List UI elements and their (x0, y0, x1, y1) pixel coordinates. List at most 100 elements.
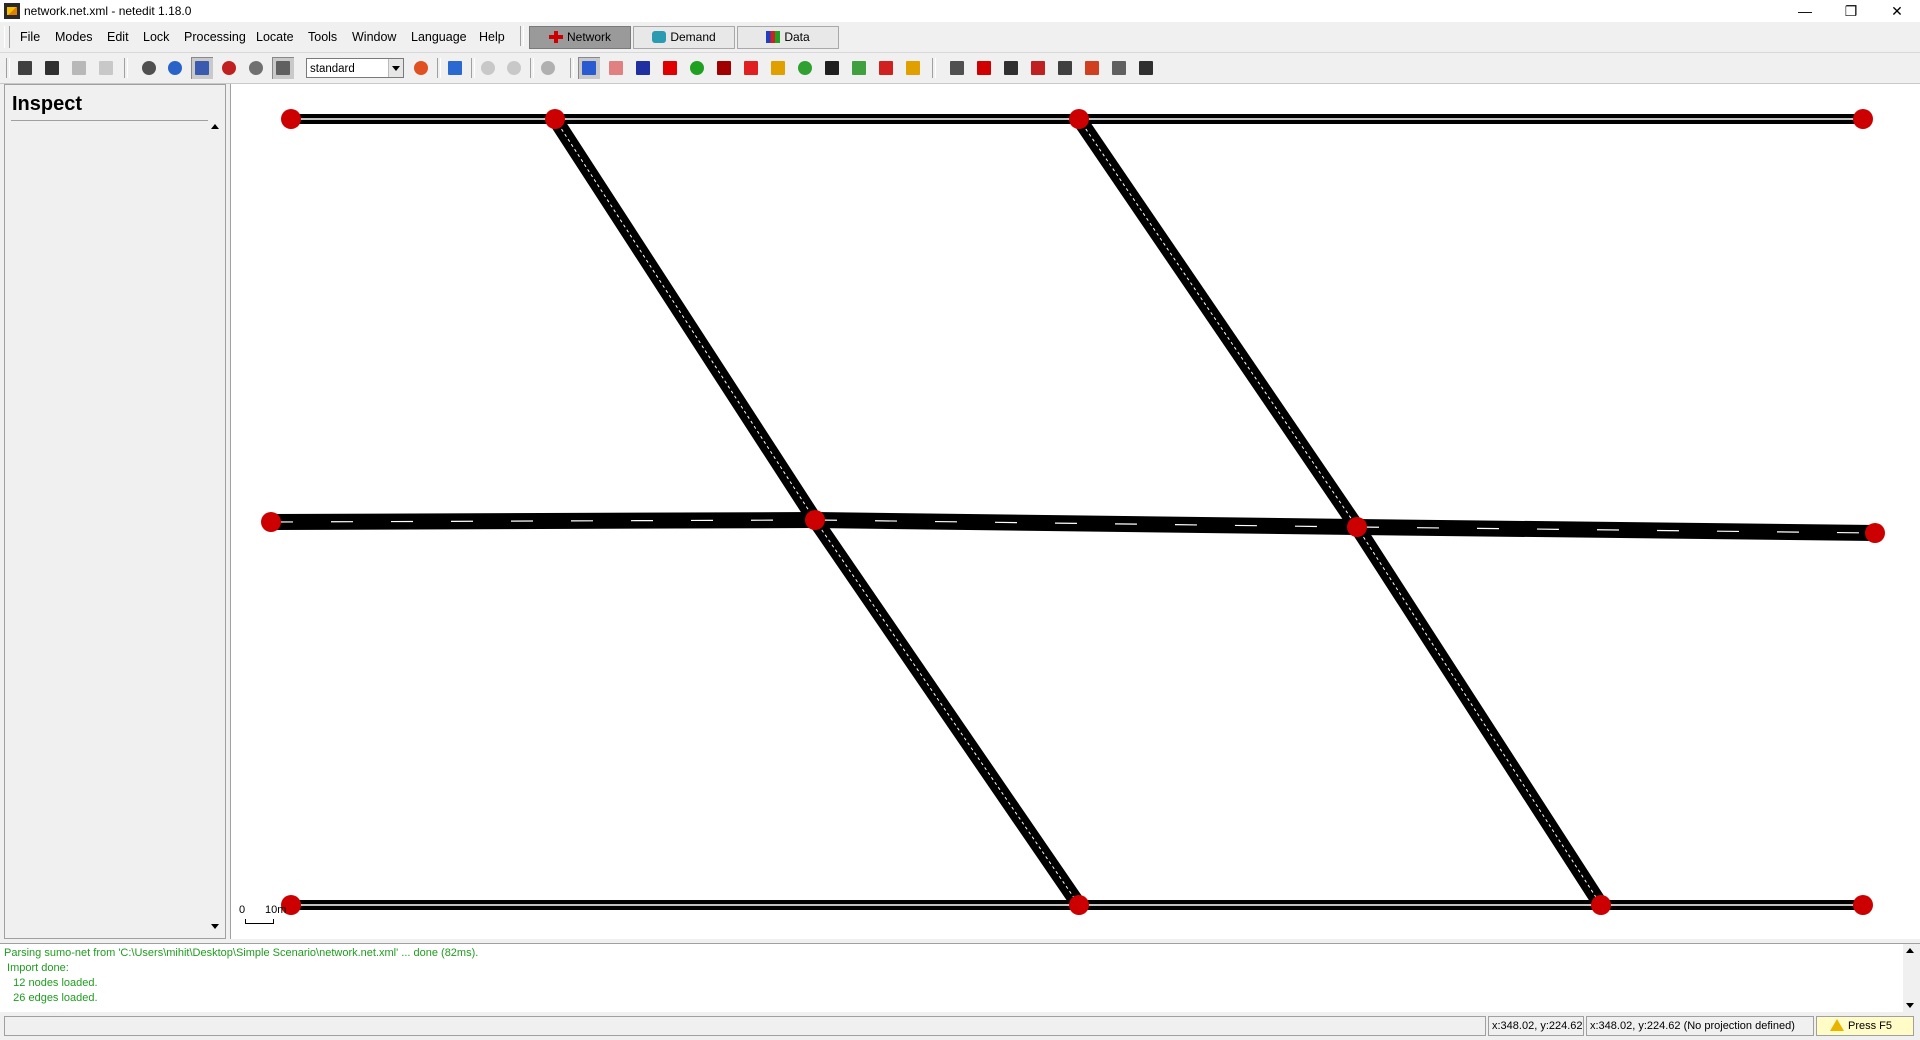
color-wheel-icon[interactable] (410, 57, 432, 79)
move-mode-icon[interactable] (659, 57, 681, 79)
flow-icon[interactable] (1081, 57, 1103, 79)
scale-label-ten: 10m (265, 904, 287, 916)
junction-node[interactable] (1591, 895, 1611, 915)
edit-viewport-icon[interactable] (245, 57, 267, 79)
traffic-light-icon[interactable] (794, 57, 816, 79)
junction-node[interactable] (1853, 895, 1873, 915)
junctions-layer (261, 109, 1885, 915)
toolbar: standard (0, 52, 1920, 84)
select-icon[interactable] (191, 57, 213, 79)
shape-mode-icon[interactable] (902, 57, 924, 79)
locate-icon[interactable] (218, 57, 240, 79)
redo-icon[interactable] (503, 57, 525, 79)
title-bar: network.net.xml - netedit 1.18.0 — ❐ ✕ (0, 0, 1920, 22)
network-view[interactable] (231, 84, 1920, 939)
edge-data-icon[interactable] (1108, 57, 1130, 79)
reload-hint-label: Press F5 (1848, 1020, 1893, 1032)
cursor-geo-position: x:348.02, y:224.62 (No projection define… (1586, 1016, 1814, 1036)
prohibition-mode-icon[interactable] (740, 57, 762, 79)
menu-tools[interactable]: Tools (308, 30, 337, 44)
save-all-icon[interactable] (41, 57, 63, 79)
show-grid-icon[interactable] (272, 57, 294, 79)
scroll-down-icon[interactable] (1906, 1003, 1914, 1008)
scroll-up-icon[interactable] (211, 124, 219, 129)
data-mode-label: Data (784, 30, 810, 44)
taz-mode-icon[interactable] (875, 57, 897, 79)
network-canvas[interactable]: 0 10m (230, 84, 1920, 939)
menu-modes[interactable]: Modes (55, 30, 93, 44)
log-line: 12 nodes loaded. (4, 977, 98, 989)
route-icon[interactable] (1054, 57, 1076, 79)
demand-vehicle-icon (652, 31, 667, 43)
junction-node[interactable] (261, 512, 281, 532)
inspect-divider (11, 120, 209, 121)
demand-mode-label: Demand (670, 30, 716, 44)
network-mode-label: Network (566, 30, 611, 44)
inspect-mode-icon[interactable] (578, 57, 600, 79)
junction-node[interactable] (545, 109, 565, 129)
scale-bar (245, 919, 274, 924)
color-scheme-value: standard (310, 63, 355, 75)
netedit-app-icon (4, 3, 20, 19)
log-scrollbar[interactable] (1903, 944, 1920, 1012)
zoom-icon[interactable] (164, 57, 186, 79)
junction-node[interactable] (805, 510, 825, 530)
menu-processing[interactable]: Processing (184, 30, 246, 44)
menubar-grip (4, 26, 10, 48)
save-network-icon[interactable] (14, 57, 36, 79)
log-line: Parsing sumo-net from 'C:\Users\mihit\De… (4, 947, 479, 959)
chevron-down-icon[interactable] (388, 59, 403, 77)
color-scheme-select[interactable]: standard (306, 58, 404, 78)
select-mode-icon[interactable] (632, 57, 654, 79)
connection-mode-icon[interactable] (713, 57, 735, 79)
log-line: Import done: (4, 962, 69, 974)
reload-hint[interactable]: Press F5 (1816, 1016, 1914, 1036)
crossing-mode-icon[interactable] (767, 57, 789, 79)
status-message (4, 1016, 1486, 1036)
junction-node[interactable] (1347, 517, 1367, 537)
junction-node[interactable] (1853, 109, 1873, 129)
save-additionals-icon[interactable] (95, 57, 117, 79)
data-mode-button[interactable]: Data (737, 26, 839, 49)
demand-mode-button[interactable]: Demand (633, 26, 735, 49)
cursor-position: x:348.02, y:224.62 (1488, 1016, 1584, 1036)
delete-mode-icon[interactable] (605, 57, 627, 79)
junction-node[interactable] (281, 109, 301, 129)
toolbar-separator (530, 58, 534, 78)
taz-data-icon[interactable] (1135, 57, 1157, 79)
status-bar: x:348.02, y:224.62 x:348.02, y:224.62 (N… (0, 1013, 1920, 1040)
menu-language[interactable]: Language (411, 30, 467, 44)
screenshot-icon[interactable] (444, 57, 466, 79)
junction-node[interactable] (1865, 523, 1885, 543)
inspect-scrollbar[interactable] (208, 119, 223, 934)
junction-icon[interactable] (973, 57, 995, 79)
save-as-icon[interactable] (68, 57, 90, 79)
menu-locate[interactable]: Locate (256, 30, 294, 44)
minimize-button[interactable]: — (1782, 0, 1828, 22)
reload-icon[interactable] (537, 57, 559, 79)
menu-lock[interactable]: Lock (143, 30, 169, 44)
scroll-up-icon[interactable] (1906, 948, 1914, 953)
grid-icon[interactable] (946, 57, 968, 79)
window-title: network.net.xml - netedit 1.18.0 (24, 4, 192, 18)
undo-icon[interactable] (477, 57, 499, 79)
toolbar-grip (6, 58, 10, 78)
scale-label-zero: 0 (239, 904, 246, 916)
restore-button[interactable]: ❐ (1828, 0, 1874, 22)
move-view-icon[interactable] (138, 57, 160, 79)
menu-help[interactable]: Help (479, 30, 505, 44)
warning-icon (1830, 1019, 1844, 1031)
junction-node[interactable] (1069, 895, 1089, 915)
close-button[interactable]: ✕ (1874, 0, 1920, 22)
vehicle-icon[interactable] (1000, 57, 1022, 79)
scroll-down-icon[interactable] (211, 924, 219, 929)
create-edge-icon[interactable] (686, 57, 708, 79)
additional-mode-icon[interactable] (821, 57, 843, 79)
network-mode-button[interactable]: Network (529, 26, 631, 49)
junction-node[interactable] (1069, 109, 1089, 129)
vehicle-stop-icon[interactable] (1027, 57, 1049, 79)
menu-window[interactable]: Window (352, 30, 396, 44)
menu-file[interactable]: File (20, 30, 40, 44)
wire-mode-icon[interactable] (848, 57, 870, 79)
menu-edit[interactable]: Edit (107, 30, 129, 44)
